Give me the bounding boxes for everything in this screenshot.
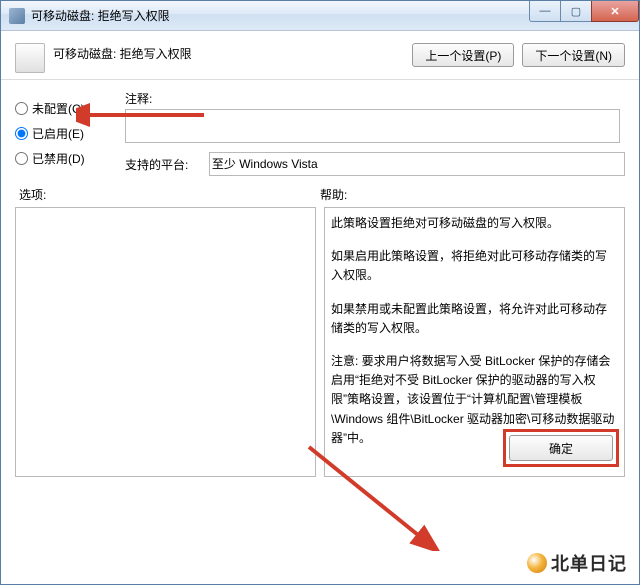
dialog-window: 可移动磁盘: 拒绝写入权限 — ▢ ✕ 可移动磁盘: 拒绝写入权限 上一个设置(… <box>0 0 640 585</box>
help-text-1: 此策略设置拒绝对可移动磁盘的写入权限。 <box>331 214 618 233</box>
close-button[interactable]: ✕ <box>591 1 639 22</box>
help-text-3: 如果禁用或未配置此策略设置，将允许对此可移动存储类的写入权限。 <box>331 300 618 338</box>
state-radios: 未配置(C) 已启用(E) 已禁用(D) <box>15 86 125 175</box>
platform-label: 支持的平台: <box>125 156 209 173</box>
next-setting-button[interactable]: 下一个设置(N) <box>522 43 625 67</box>
watermark-text: 北单日记 <box>551 550 627 576</box>
radio-disabled-input[interactable] <box>15 152 28 165</box>
window-title: 可移动磁盘: 拒绝写入权限 <box>31 7 170 24</box>
comment-block: 注释: 支持的平台: <box>125 86 625 176</box>
help-text-2: 如果启用此策略设置，将拒绝对此可移动存储类的写入权限。 <box>331 247 618 285</box>
radio-enabled-input[interactable] <box>15 127 28 140</box>
radio-enabled-label: 已启用(E) <box>32 125 84 142</box>
nav-buttons: 上一个设置(P) 下一个设置(N) <box>412 43 625 67</box>
pane-labels: 选项: 帮助: <box>1 176 639 205</box>
config-row: 未配置(C) 已启用(E) 已禁用(D) 注释: 支持的平台: <box>1 80 639 176</box>
radio-enabled[interactable]: 已启用(E) <box>15 125 125 142</box>
ok-button[interactable]: 确定 <box>509 435 613 461</box>
comment-textarea[interactable] <box>125 109 620 143</box>
help-label: 帮助: <box>320 186 621 203</box>
window-buttons: — ▢ ✕ <box>530 1 639 22</box>
title-bar[interactable]: 可移动磁盘: 拒绝写入权限 — ▢ ✕ <box>1 1 639 31</box>
radio-not-configured-label: 未配置(C) <box>32 100 85 117</box>
client-area: 可移动磁盘: 拒绝写入权限 上一个设置(P) 下一个设置(N) 未配置(C) 已… <box>1 31 639 485</box>
options-label: 选项: <box>19 186 320 203</box>
header: 可移动磁盘: 拒绝写入权限 上一个设置(P) 下一个设置(N) <box>1 31 639 80</box>
radio-not-configured[interactable]: 未配置(C) <box>15 100 125 117</box>
previous-setting-button[interactable]: 上一个设置(P) <box>412 43 514 67</box>
app-icon <box>9 8 25 24</box>
minimize-button[interactable]: — <box>529 1 561 22</box>
platform-value <box>209 152 625 176</box>
radio-disabled[interactable]: 已禁用(D) <box>15 150 125 167</box>
watermark: 北单日记 <box>527 550 627 576</box>
radio-not-configured-input[interactable] <box>15 102 28 115</box>
options-pane[interactable] <box>15 207 316 477</box>
maximize-button[interactable]: ▢ <box>560 1 592 22</box>
comment-label: 注释: <box>125 90 625 107</box>
policy-title: 可移动磁盘: 拒绝写入权限 <box>53 43 192 62</box>
ok-highlight-box: 确定 <box>503 429 619 467</box>
platform-line: 支持的平台: <box>125 152 625 176</box>
footer: 确定 <box>503 429 619 467</box>
radio-disabled-label: 已禁用(D) <box>32 150 85 167</box>
watermark-icon <box>527 553 547 573</box>
policy-icon <box>15 43 45 73</box>
